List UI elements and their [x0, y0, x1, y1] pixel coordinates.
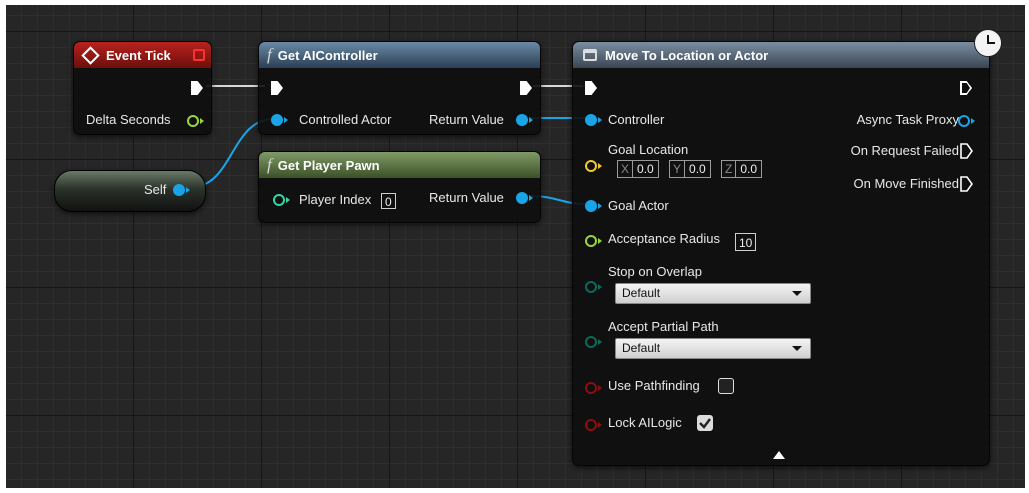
exec-in-pin[interactable] [585, 81, 597, 95]
latent-node-icon [583, 49, 597, 61]
event-tick-header: Event Tick [74, 42, 211, 68]
on-request-failed-label: On Request Failed [850, 143, 959, 158]
y-value: 0.0 [689, 162, 706, 176]
stop-on-overlap-label: Stop on Overlap [608, 264, 702, 279]
delta-seconds-pin[interactable] [187, 115, 204, 127]
goal-location-pin[interactable] [585, 160, 602, 172]
goal-location-y-field[interactable]: Y 0.0 [669, 160, 711, 178]
return-value-pin[interactable] [516, 192, 533, 204]
x-axis-label: X [618, 161, 634, 177]
accept-partial-path-dropdown[interactable]: Default [615, 338, 811, 359]
player-index-label: Player Index [299, 192, 372, 207]
dropdown-arrow-icon [792, 346, 802, 351]
get-aicontroller-node[interactable]: f Get AIController Controlled Actor Retu… [258, 41, 541, 135]
z-value: 0.0 [740, 162, 758, 176]
exec-out-pin[interactable] [520, 81, 532, 95]
lock-ailogic-checkbox[interactable] [697, 415, 713, 431]
move-to-header: Move To Location or Actor [573, 42, 989, 68]
lock-ailogic-label: Lock AILogic [608, 415, 682, 430]
accept-partial-path-value: Default [622, 341, 661, 355]
event-diamond-icon [81, 45, 100, 65]
use-pathfinding-label: Use Pathfinding [608, 378, 700, 393]
get-player-pawn-header: f Get Player Pawn [259, 152, 540, 178]
on-move-finished-exec-pin[interactable] [960, 176, 974, 192]
move-to-location-or-actor-node[interactable]: Move To Location or Actor Controller Goa… [572, 29, 1002, 466]
use-pathfinding-checkbox[interactable] [718, 378, 734, 394]
on-request-failed-exec-pin[interactable] [960, 143, 974, 159]
return-value-label: Return Value [429, 190, 504, 205]
async-task-proxy-label: Async Task Proxy [856, 112, 959, 127]
event-tick-node[interactable]: Event Tick Delta Seconds [73, 41, 212, 135]
z-axis-label: Z [722, 161, 737, 177]
checkmark-icon [699, 418, 711, 429]
lock-ailogic-pin[interactable] [585, 419, 602, 431]
delegate-pin-icon[interactable] [193, 49, 205, 61]
player-index-input[interactable]: 0 [381, 193, 396, 209]
goal-actor-pin[interactable] [585, 200, 602, 212]
goal-location-x-field[interactable]: X 0.0 [617, 160, 659, 178]
acceptance-radius-input[interactable]: 10 [735, 233, 757, 251]
collapse-advanced-icon[interactable] [773, 451, 785, 459]
use-pathfinding-pin[interactable] [585, 382, 602, 394]
get-aicontroller-header: f Get AIController [259, 42, 540, 68]
exec-in-pin[interactable] [271, 81, 283, 95]
controlled-actor-pin[interactable] [271, 114, 288, 126]
function-icon: f [267, 45, 272, 64]
controller-pin[interactable] [585, 114, 602, 126]
function-icon: f [267, 155, 272, 174]
accept-partial-path-pin[interactable] [585, 336, 602, 348]
x-value: 0.0 [637, 162, 654, 176]
goal-location-z-field[interactable]: Z 0.0 [721, 160, 763, 178]
self-node[interactable]: Self [54, 170, 206, 212]
acceptance-radius-label: Acceptance Radius [608, 231, 721, 246]
get-player-pawn-title: Get Player Pawn [277, 157, 380, 173]
exec-out-pin[interactable] [191, 81, 203, 95]
blueprint-graph-canvas[interactable]: Event Tick Delta Seconds Self f Get AICo… [6, 5, 1025, 488]
return-value-pin[interactable] [516, 114, 533, 126]
exec-out-pin[interactable] [960, 81, 972, 95]
async-task-proxy-pin[interactable] [958, 115, 975, 127]
controlled-actor-label: Controlled Actor [299, 112, 392, 127]
controller-label: Controller [608, 112, 665, 127]
get-player-pawn-node[interactable]: f Get Player Pawn Player Index 0 Return … [258, 151, 541, 223]
delta-seconds-label: Delta Seconds [86, 112, 171, 127]
goal-actor-label: Goal Actor [608, 198, 669, 213]
on-move-finished-label: On Move Finished [853, 176, 960, 191]
return-value-label: Return Value [429, 112, 504, 127]
clock-icon [974, 29, 1002, 57]
accept-partial-path-label: Accept Partial Path [608, 319, 719, 334]
self-output-pin[interactable] [173, 184, 190, 196]
acceptance-radius-pin[interactable] [585, 235, 602, 247]
get-aicontroller-title: Get AIController [277, 47, 378, 63]
stop-on-overlap-value: Default [622, 286, 661, 300]
player-index-pin[interactable] [273, 194, 290, 206]
self-label: Self [144, 182, 167, 197]
y-axis-label: Y [670, 161, 686, 177]
dropdown-arrow-icon [792, 291, 802, 296]
goal-location-label: Goal Location [608, 142, 689, 157]
stop-on-overlap-pin[interactable] [585, 281, 602, 293]
stop-on-overlap-dropdown[interactable]: Default [615, 283, 811, 304]
move-to-title: Move To Location or Actor [605, 47, 769, 63]
event-tick-title: Event Tick [106, 47, 171, 63]
